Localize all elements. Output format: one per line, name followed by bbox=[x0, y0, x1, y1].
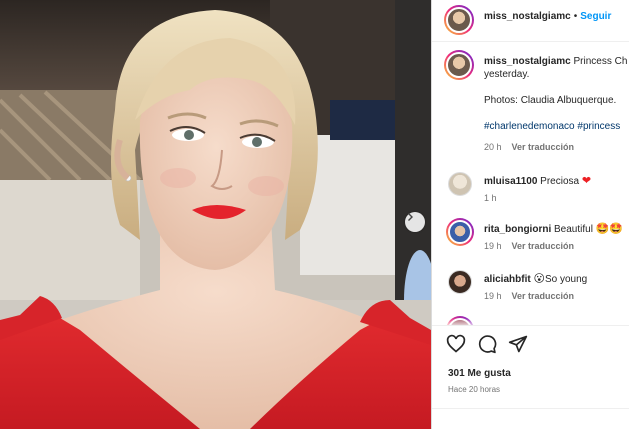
comment-username[interactable]: mluisa1100 bbox=[484, 176, 537, 187]
likes-count[interactable]: 301 Me gusta bbox=[448, 368, 511, 379]
carousel-next-button[interactable] bbox=[405, 212, 425, 232]
comment-item: rita_bongiorni Beautiful 🤩🤩 bbox=[484, 222, 623, 235]
star-struck-emoji-icon: 🤩🤩 bbox=[595, 223, 624, 235]
author-username[interactable]: miss_nostalgiamc bbox=[484, 11, 571, 22]
photo-illustration bbox=[0, 0, 431, 429]
caption-text-line2: yesterday. bbox=[484, 69, 530, 80]
post-header: miss_nostalgiamc • Seguir bbox=[484, 11, 611, 22]
caption-username[interactable]: miss_nostalgiamc bbox=[484, 56, 571, 67]
comment-time: 19 h bbox=[484, 291, 502, 301]
caption-time: 20 h bbox=[484, 142, 502, 152]
share-icon[interactable] bbox=[508, 334, 528, 354]
action-bar bbox=[446, 334, 528, 354]
post-caption: miss_nostalgiamc Princess Ch yesterday. … bbox=[484, 55, 629, 154]
header-divider bbox=[432, 41, 629, 42]
comment-text: Beautiful bbox=[554, 224, 593, 235]
comment-meta: 1 h bbox=[484, 193, 497, 203]
chevron-right-icon bbox=[408, 213, 413, 221]
comment-text: So young bbox=[544, 274, 588, 285]
posted-time: Hace 20 horas bbox=[448, 385, 501, 394]
post-side-panel: miss_nostalgiamc • Seguir miss_nostalgiamc… bbox=[431, 0, 629, 429]
comment-meta: 19 h Ver traducción bbox=[484, 241, 574, 251]
comment-avatar[interactable] bbox=[446, 218, 474, 246]
follow-button[interactable]: Seguir bbox=[580, 11, 611, 22]
heart-emoji-icon: ❤ bbox=[581, 175, 592, 187]
comment-time: 1 h bbox=[484, 193, 497, 203]
comment-item: aliciahbfit 😮So young bbox=[484, 272, 587, 285]
comment-translate-link[interactable]: Ver traducción bbox=[512, 291, 575, 301]
comment-text: Preciosa bbox=[540, 176, 580, 187]
comment-time: 19 h bbox=[484, 241, 502, 251]
comment-meta: 19 h Ver traducción bbox=[484, 291, 574, 301]
caption-hashtags[interactable]: #charlenedemonaco #princess bbox=[484, 120, 629, 133]
caption-credit: Photos: Claudia Albuquerque. bbox=[484, 95, 617, 106]
astonished-emoji-icon: 😮 bbox=[533, 273, 545, 285]
author-avatar[interactable] bbox=[444, 5, 474, 35]
comment-item: mluisa1100 Preciosa ❤ bbox=[484, 174, 591, 187]
header-separator: • bbox=[573, 11, 578, 22]
caption-avatar[interactable] bbox=[444, 50, 474, 80]
comment-username[interactable]: aliciahbfit bbox=[484, 274, 531, 285]
comment-avatar[interactable] bbox=[448, 270, 472, 294]
caption-text-line1: Princess Ch bbox=[573, 56, 628, 67]
comment-translate-link[interactable]: Ver traducción bbox=[512, 241, 575, 251]
caption-translate-link[interactable]: Ver traducción bbox=[512, 142, 575, 152]
post-photo bbox=[0, 0, 431, 429]
comment-icon[interactable] bbox=[477, 334, 497, 354]
comment-avatar[interactable] bbox=[448, 172, 472, 196]
comment-username[interactable]: rita_bongiorni bbox=[484, 224, 551, 235]
heart-icon[interactable] bbox=[446, 334, 466, 354]
bottom-divider bbox=[432, 408, 629, 409]
